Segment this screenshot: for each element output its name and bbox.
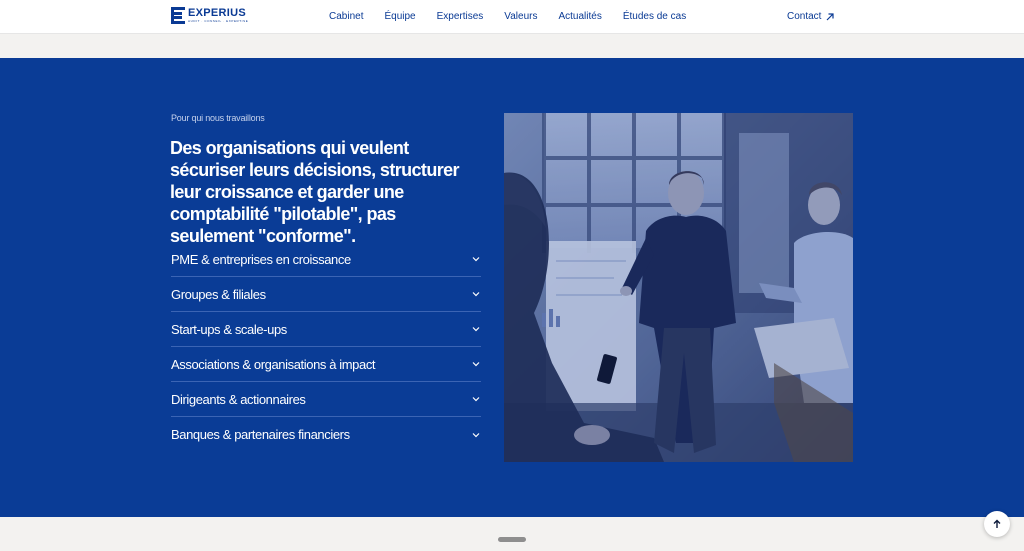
accordion-item-label: Banques & partenaires financiers — [171, 427, 350, 442]
scroll-indicator — [498, 537, 526, 542]
chevron-down-icon — [472, 292, 480, 297]
contact-link[interactable]: Contact — [787, 11, 835, 22]
audience-accordion: PME & entreprises en croissance Groupes … — [171, 242, 481, 452]
accordion-item-dirigeants[interactable]: Dirigeants & actionnaires — [171, 382, 481, 417]
chevron-down-icon — [472, 432, 480, 437]
accordion-item-label: Associations & organisations à impact — [171, 356, 376, 372]
accordion-item-associations[interactable]: Associations & organisations à impact — [171, 347, 481, 382]
logo-mark-icon — [171, 7, 185, 24]
team-meeting-illustration — [504, 113, 853, 462]
chevron-down-icon — [472, 327, 480, 332]
accordion-item-startups[interactable]: Start-ups & scale-ups — [171, 312, 481, 347]
accordion-item-label: PME & entreprises en croissance — [171, 251, 351, 267]
nav-item-etudes-de-cas[interactable]: Études de cas — [623, 11, 686, 22]
section-eyebrow: Pour qui nous travaillons — [171, 113, 265, 123]
arrow-up-right-icon — [827, 12, 835, 20]
accordion-item-label: Groupes & filiales — [171, 286, 266, 302]
logo-tagline: AUDIT · CONSEIL · EXPERTISE — [188, 19, 249, 23]
chevron-down-icon — [472, 257, 480, 262]
accordion-item-banques[interactable]: Banques & partenaires financiers — [171, 417, 481, 452]
logo-name: EXPERIUS — [188, 7, 247, 19]
back-to-top-button[interactable] — [984, 511, 1010, 537]
nav-item-actualites[interactable]: Actualités — [558, 11, 601, 22]
nav-item-cabinet[interactable]: Cabinet — [329, 11, 363, 22]
logo[interactable]: EXPERIUS AUDIT · CONSEIL · EXPERTISE — [171, 7, 248, 24]
contact-label: Contact — [787, 11, 822, 22]
arrow-up-icon — [993, 519, 1001, 528]
nav-item-expertises[interactable]: Expertises — [437, 11, 484, 22]
main-nav: Cabinet Équipe Expertises Valeurs Actual… — [329, 11, 707, 22]
accordion-item-pme[interactable]: PME & entreprises en croissance — [171, 242, 481, 277]
team-meeting-photo — [504, 113, 853, 462]
section-headline: Des organisations qui veulent sécuriser … — [170, 138, 460, 246]
accordion-item-groupes[interactable]: Groupes & filiales — [171, 277, 481, 312]
chevron-down-icon — [472, 397, 480, 402]
accordion-item-label: Start-ups & scale-ups — [171, 321, 287, 337]
nav-item-valeurs[interactable]: Valeurs — [504, 11, 537, 22]
accordion-item-label: Dirigeants & actionnaires — [171, 391, 306, 407]
site-header: EXPERIUS AUDIT · CONSEIL · EXPERTISE Cab… — [0, 0, 1024, 34]
nav-item-equipe[interactable]: Équipe — [384, 11, 415, 22]
page-background-strip — [0, 35, 1024, 58]
chevron-down-icon — [472, 362, 480, 367]
